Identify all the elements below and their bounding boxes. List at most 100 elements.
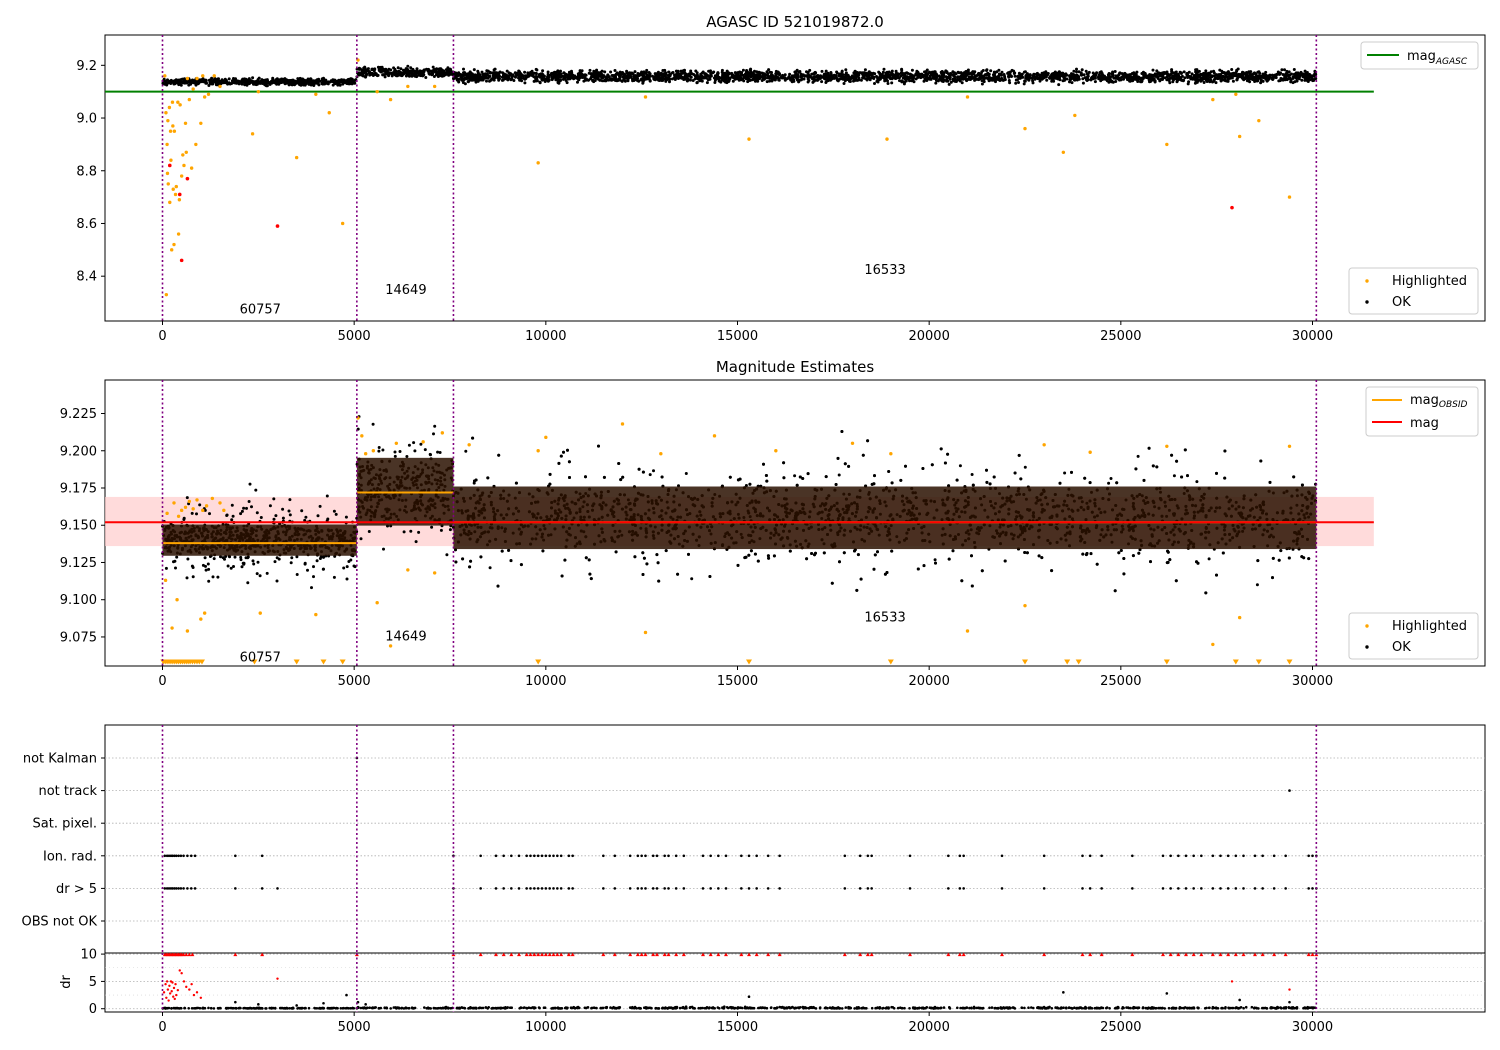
- ok-point: [617, 77, 620, 81]
- ok-point: [454, 71, 458, 75]
- ok-point: [932, 74, 936, 78]
- ok-point: [174, 566, 177, 570]
- ok-point: [1045, 72, 1049, 76]
- ok-point: [1093, 80, 1097, 84]
- ok-point: [719, 80, 723, 84]
- agasc-legend-top: magAGASC: [1360, 41, 1479, 70]
- ok-point: [296, 77, 300, 81]
- ok-point: [436, 450, 440, 454]
- ok-point: [1100, 72, 1104, 75]
- highlighted-point: [1073, 113, 1077, 118]
- ok-point: [951, 70, 955, 74]
- obsid-label: 60757: [240, 303, 281, 318]
- highlighted-legend-label: Highlighted: [1392, 274, 1467, 289]
- ok-point: [613, 69, 617, 72]
- ok-point: [529, 70, 533, 74]
- ok-point: [966, 69, 969, 73]
- highlighted-point: [536, 161, 540, 165]
- ok-point: [347, 560, 351, 563]
- ok-point: [1278, 79, 1282, 83]
- ok-point: [750, 72, 754, 76]
- ok-point: [1041, 74, 1045, 77]
- ok-point: [766, 74, 770, 78]
- ok-point: [252, 562, 256, 566]
- ok-point: [643, 75, 647, 79]
- ok-point: [1169, 72, 1173, 76]
- highlighted-point: [199, 121, 203, 126]
- ok-point: [838, 72, 841, 76]
- y-tick-label: 8.4: [76, 270, 97, 285]
- ok-point: [1123, 71, 1127, 75]
- ok-point: [230, 518, 234, 522]
- ok-point: [591, 78, 595, 82]
- ok-point: [973, 70, 977, 74]
- ok-point: [686, 74, 690, 78]
- ok-point: [996, 75, 1000, 79]
- ok-point: [604, 79, 608, 83]
- ok-point: [340, 79, 344, 83]
- ok-point: [1016, 78, 1020, 82]
- ok-point: [922, 79, 926, 83]
- ok-point: [845, 73, 849, 77]
- ok-point: [1156, 75, 1160, 79]
- ok-point: [1045, 78, 1049, 82]
- ok-point: [282, 79, 286, 83]
- ok-point: [1027, 78, 1031, 82]
- ok-point: [985, 69, 988, 72]
- ok-point: [334, 512, 338, 516]
- ok-point: [370, 67, 374, 71]
- ok-point: [761, 76, 765, 80]
- ok-point: [472, 68, 476, 72]
- ok-point: [244, 77, 248, 81]
- ok-point: [712, 70, 716, 74]
- highlighted-point: [171, 187, 175, 191]
- ok-point: [430, 525, 434, 529]
- ok-point: [207, 579, 211, 583]
- highlighted-point: [201, 74, 205, 78]
- ok-legend-label: OK: [1392, 295, 1411, 310]
- ok-point: [694, 69, 698, 73]
- figure: AGASC ID 521019872.0 607571464916533 0 50…: [22, 13, 1486, 1035]
- ok-point: [847, 76, 851, 80]
- ok-point: [532, 75, 536, 79]
- ok-point: [462, 67, 465, 71]
- ok-point: [290, 556, 294, 560]
- ok-point: [656, 70, 660, 74]
- ok-point: [1142, 71, 1146, 75]
- ok-point: [875, 79, 879, 83]
- highlighted-point: [173, 192, 178, 197]
- ok-point: [164, 566, 168, 570]
- ok-point: [541, 69, 545, 73]
- ok-point: [556, 69, 560, 73]
- ok-point: [1285, 69, 1289, 73]
- ok-point: [310, 586, 313, 590]
- ok-point: [735, 72, 739, 76]
- x-tick-label: 10000: [525, 329, 566, 344]
- ok-point: [314, 80, 318, 83]
- ok-point: [992, 73, 996, 77]
- ok-point: [1107, 72, 1111, 75]
- ok-point: [613, 75, 617, 79]
- highlighted-point: [218, 84, 222, 89]
- ok-point: [174, 78, 178, 82]
- ok-point: [1180, 78, 1184, 82]
- y-tick-label: 9.0: [76, 112, 97, 127]
- ok-point: [949, 80, 953, 84]
- ok-point: [563, 75, 567, 79]
- ok-point: [974, 74, 978, 78]
- ok-point: [405, 455, 409, 458]
- ok-point: [427, 72, 431, 75]
- ok-point: [667, 74, 671, 77]
- ok-point: [702, 76, 706, 79]
- ok-point: [1084, 78, 1088, 81]
- ok-point: [959, 71, 963, 75]
- highlighted-point: [388, 97, 393, 102]
- ok-point: [1272, 75, 1276, 79]
- ok-point: [254, 488, 258, 492]
- red-point: [1230, 205, 1234, 210]
- ok-point: [826, 71, 830, 75]
- ok-point: [900, 71, 904, 75]
- ok-point: [1167, 79, 1171, 82]
- highlighted-point: [165, 142, 169, 147]
- ok-point: [1076, 75, 1080, 79]
